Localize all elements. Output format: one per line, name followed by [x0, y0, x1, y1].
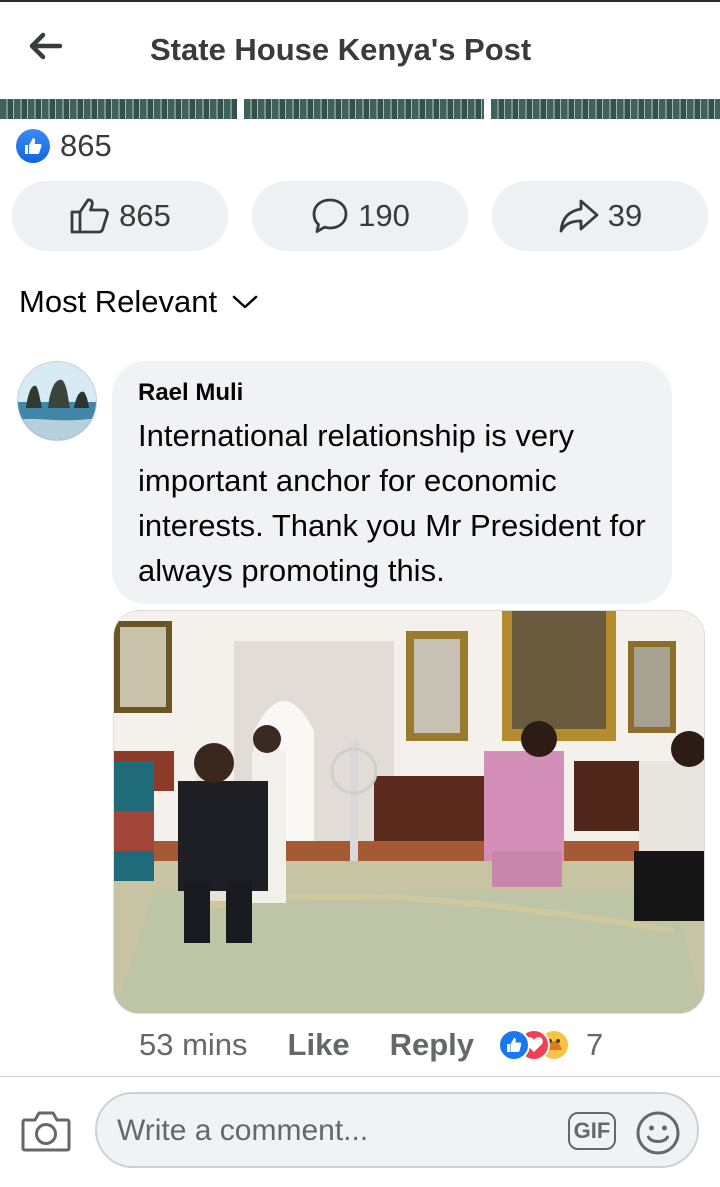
reaction-count: 865: [60, 128, 112, 163]
comment-count: 190: [358, 198, 410, 233]
gif-button[interactable]: GIF: [568, 1112, 616, 1150]
room-photo: [114, 611, 704, 1013]
comment-bubble: Rael Muli International relationship is …: [112, 361, 672, 604]
camera-icon: [21, 1111, 71, 1152]
share-count: 39: [607, 198, 643, 233]
reaction-icons: [498, 1029, 570, 1061]
post-photo-thumbnail[interactable]: [244, 99, 484, 119]
comment-attached-photo[interactable]: [113, 610, 705, 1014]
chevron-down-icon: [232, 295, 258, 309]
page-title: State House Kenya's Post: [150, 32, 532, 67]
comment-reactions[interactable]: 7: [498, 1027, 603, 1063]
arrow-left-icon: [29, 32, 63, 60]
smiley-icon: [636, 1111, 680, 1155]
post-photo-strip[interactable]: [0, 99, 720, 119]
thumbs-up-icon: [70, 198, 109, 234]
post-photo-thumbnail[interactable]: [0, 99, 237, 119]
sort-label: Most Relevant: [19, 284, 218, 319]
like-count: 865: [119, 198, 171, 233]
comment-timestamp[interactable]: 53 mins: [139, 1027, 248, 1063]
comment-meta: 53 mins Like Reply 7: [139, 1024, 603, 1066]
avatar-image: [18, 362, 96, 440]
camera-button[interactable]: [20, 1106, 72, 1156]
like-icon: [16, 129, 50, 163]
comment-text: International relationship is very impor…: [138, 418, 646, 588]
emoji-button[interactable]: [635, 1110, 681, 1156]
comment-button[interactable]: 190: [252, 181, 468, 251]
comment-reaction-count: 7: [586, 1027, 604, 1062]
like-button[interactable]: 865: [12, 181, 228, 251]
reaction-summary[interactable]: 865: [16, 128, 112, 164]
comment-input[interactable]: [117, 1110, 547, 1152]
back-button[interactable]: [24, 26, 72, 66]
comment-composer[interactable]: GIF: [95, 1092, 699, 1168]
share-icon: [559, 199, 599, 233]
comment-like-link[interactable]: Like: [288, 1027, 350, 1063]
sort-dropdown[interactable]: Most Relevant: [19, 284, 259, 320]
comment-author[interactable]: Rael Muli: [138, 379, 243, 407]
share-button[interactable]: 39: [492, 181, 708, 251]
composer-divider: [0, 1076, 720, 1077]
header: State House Kenya's Post: [0, 2, 720, 98]
post-photo-thumbnail[interactable]: [491, 99, 720, 119]
comment-reply-link[interactable]: Reply: [390, 1027, 474, 1063]
comment-icon: [312, 198, 348, 233]
avatar[interactable]: [17, 361, 97, 441]
